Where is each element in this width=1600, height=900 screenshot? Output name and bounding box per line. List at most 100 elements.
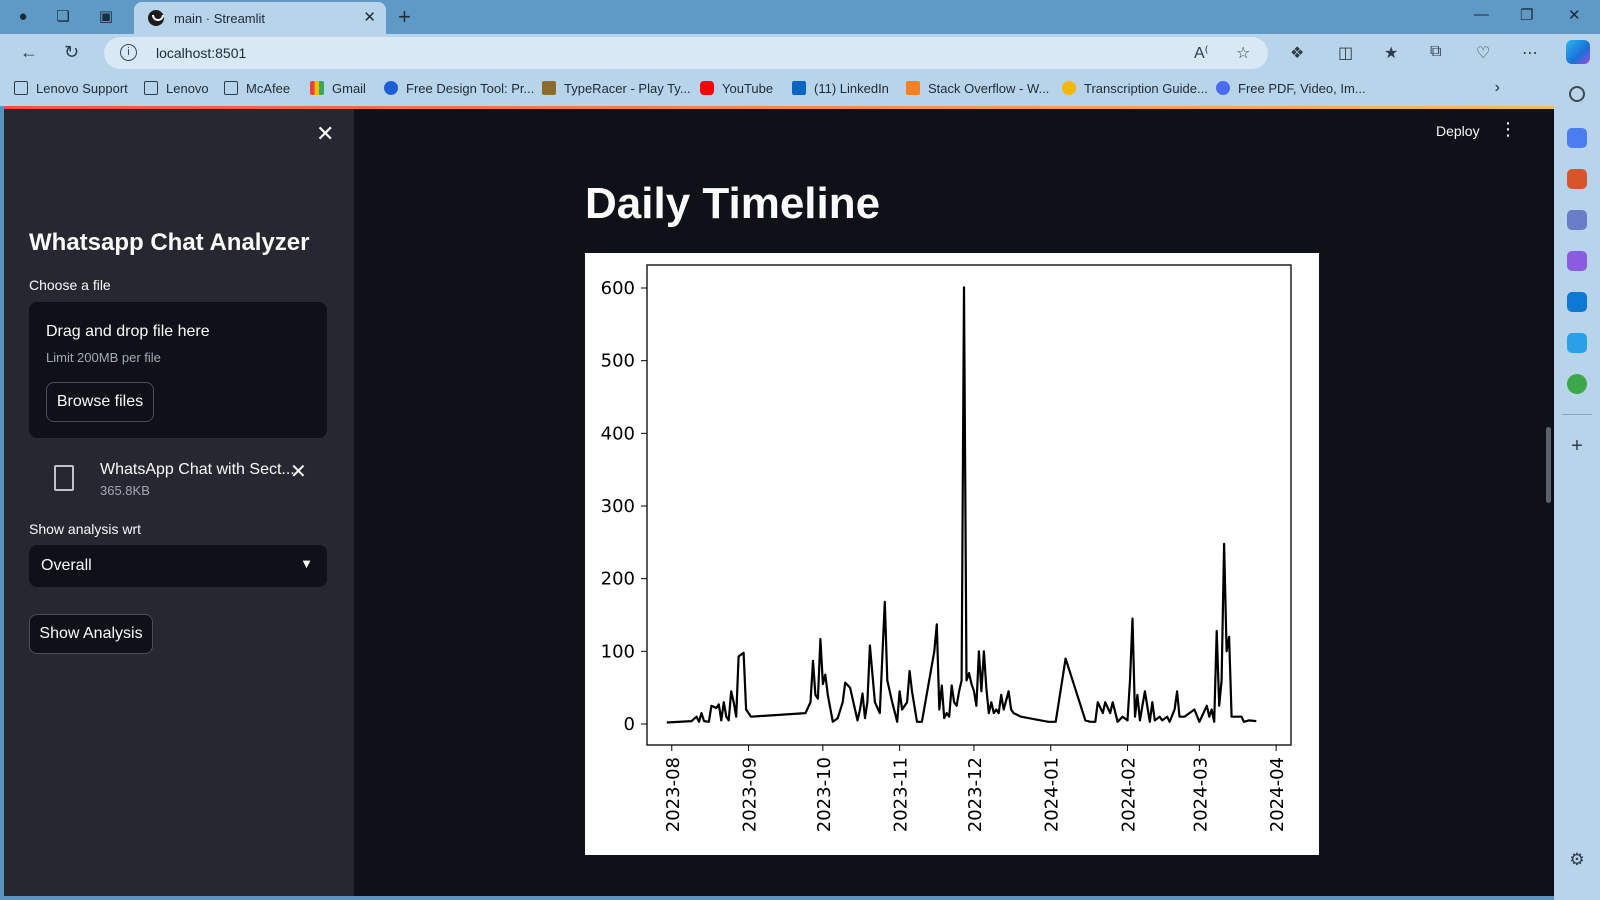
tab-title: main · Streamlit — [174, 11, 266, 26]
address-bar[interactable]: i localhost:8501 A⁽ ☆ — [104, 37, 1268, 69]
tools-icon[interactable] — [1567, 169, 1587, 189]
collections-icon[interactable]: ⧉ — [1430, 43, 1441, 61]
read-aloud-icon[interactable]: A⁽ — [1194, 43, 1209, 63]
chart-svg: 0 100 200 300 400 500 600 2023-08 2023-09 2023-10… — [601, 264, 1292, 832]
bookmark-so-icon — [906, 81, 920, 95]
uploader-label: Choose a file — [29, 277, 111, 293]
bookmark-item[interactable]: Free Design Tool: Pr... — [384, 81, 534, 96]
bookmark-label: McAfee — [246, 81, 291, 96]
window-close-icon[interactable]: ✕ — [1568, 6, 1581, 24]
daily-timeline-chart: 0 100 200 300 400 500 600 2023-08 2023-09 2023-10… — [585, 253, 1319, 855]
x-tick-label: 2024-03 — [1190, 757, 1211, 832]
bookmark-label: Transcription Guide... — [1084, 81, 1208, 96]
y-tick-label: 300 — [601, 496, 635, 517]
profile-icon[interactable]: ● — [12, 6, 34, 28]
remove-file-icon[interactable]: ✕ — [290, 459, 307, 484]
minimize-icon[interactable]: — — [1474, 6, 1489, 23]
extensions-icon[interactable]: ❖ — [1290, 43, 1304, 63]
bookmark-item[interactable]: McAfee — [224, 81, 290, 96]
shopping-icon[interactable] — [1567, 128, 1587, 148]
bookmark-label: Lenovo — [166, 81, 209, 96]
bookmark-yt-icon — [700, 81, 714, 95]
select-value: Overall — [41, 557, 92, 574]
browser-navbar: ← ↻ i localhost:8501 A⁽ ☆ ❖ ◫ ★ ⧉ ♡ ⋯ — [0, 34, 1600, 72]
x-tick-label: 2024-01 — [1042, 757, 1063, 832]
browser-tab[interactable]: main · Streamlit ✕ — [134, 2, 386, 34]
y-tick-label: 0 — [624, 714, 635, 735]
bookmark-item[interactable]: Lenovo Support — [14, 81, 128, 96]
bookmark-label: Free Design Tool: Pr... — [406, 81, 535, 96]
bookmark-item[interactable]: Stack Overflow - W... — [906, 81, 1049, 96]
split-screen-icon[interactable]: ◫ — [1338, 43, 1353, 63]
show-analysis-button[interactable]: Show Analysis — [29, 614, 153, 654]
back-icon[interactable]: ← — [20, 42, 38, 63]
games-icon[interactable] — [1567, 210, 1587, 230]
select-label: Show analysis wrt — [29, 521, 142, 537]
x-tick-label: 2024-02 — [1119, 757, 1140, 832]
dropzone-instruction: Drag and drop file here — [46, 323, 210, 340]
scrollbar-thumb[interactable] — [1546, 427, 1551, 503]
favorites-icon[interactable]: ★ — [1384, 43, 1398, 63]
y-tick-label: 600 — [601, 278, 635, 299]
restore-icon[interactable]: ❐ — [1520, 6, 1533, 24]
bookmark-label: Lenovo Support — [36, 81, 128, 96]
app-sidebar: ✕ Whatsapp Chat Analyzer Choose a file D… — [4, 109, 354, 896]
tab-actions-icon[interactable]: ▣ — [95, 6, 117, 28]
y-tick-label: 200 — [601, 569, 635, 590]
gear-icon[interactable]: ⚙ — [1567, 850, 1587, 870]
browser-essentials-icon[interactable]: ♡ — [1476, 43, 1490, 63]
sidebar-title: Whatsapp Chat Analyzer — [29, 229, 310, 256]
uploaded-file-name: WhatsApp Chat with Sect... — [100, 461, 295, 478]
y-tick-label: 500 — [601, 351, 635, 372]
bookmark-doc-icon — [14, 81, 28, 95]
streamlit-app: ✕ Whatsapp Chat Analyzer Choose a file D… — [4, 109, 1554, 896]
deploy-button[interactable]: Deploy — [1436, 123, 1480, 139]
bookmark-item[interactable]: YouTube — [700, 81, 773, 96]
x-tick-label: 2023-11 — [891, 757, 912, 832]
bookmarks-bar: Lenovo Support Lenovo McAfee Gmail Free Desi… — [0, 72, 1600, 106]
bookmarks-overflow-icon[interactable]: › — [1495, 79, 1500, 97]
bookmark-label: Stack Overflow - W... — [928, 81, 1050, 96]
settings-more-icon[interactable]: ⋯ — [1522, 43, 1538, 63]
bookmark-item[interactable]: (11) LinkedIn — [792, 81, 889, 96]
x-tick-label: 2023-12 — [965, 757, 986, 832]
bookmark-item[interactable]: Free PDF, Video, Im... — [1216, 81, 1366, 96]
bookmark-label: YouTube — [722, 81, 774, 96]
main-menu-icon[interactable]: ⋮ — [1499, 119, 1517, 140]
streamlit-favicon-icon — [148, 10, 164, 26]
workspaces-icon[interactable]: ❏ — [52, 6, 74, 28]
bookmark-item[interactable]: Transcription Guide... — [1062, 81, 1208, 96]
bookmark-typer-icon — [542, 81, 556, 95]
site-info-icon[interactable]: i — [120, 44, 137, 61]
dropzone-limit: Limit 200MB per file — [46, 350, 161, 365]
add-icon[interactable]: + — [1567, 436, 1587, 456]
refresh-icon[interactable]: ↻ — [64, 42, 79, 63]
file-dropzone[interactable]: Drag and drop file here Limit 200MB per … — [29, 302, 327, 438]
y-tick-label: 400 — [601, 423, 635, 444]
microsoft-365-icon[interactable] — [1567, 251, 1587, 271]
bookmark-pdf-icon — [1216, 81, 1230, 95]
x-tick-label: 2023-09 — [740, 757, 761, 832]
bookmark-item[interactable]: Gmail — [310, 81, 366, 96]
tab-close-icon[interactable]: ✕ — [363, 8, 376, 26]
bookmark-label: (11) LinkedIn — [814, 81, 889, 96]
sidebar-close-icon[interactable]: ✕ — [316, 121, 334, 147]
browse-files-button[interactable]: Browse files — [46, 382, 154, 422]
favorite-star-icon[interactable]: ☆ — [1236, 43, 1250, 63]
browser-titlebar: ● ❏ ▣ main · Streamlit ✕ + — ❐ ✕ — [0, 0, 1600, 34]
search-icon[interactable] — [1569, 86, 1585, 102]
bookmark-doc-icon — [144, 81, 158, 95]
bookmark-doc-icon — [224, 81, 238, 95]
bookmark-item[interactable]: TypeRacer - Play Ty... — [542, 81, 691, 96]
url-text: localhost:8501 — [156, 45, 247, 61]
bookmark-item[interactable]: Lenovo — [144, 81, 209, 96]
drop-icon[interactable] — [1567, 374, 1587, 394]
y-tick-label: 100 — [601, 641, 635, 662]
new-tab-icon[interactable]: + — [398, 4, 411, 30]
bookmark-label: Gmail — [332, 81, 366, 96]
copilot-icon[interactable] — [1566, 40, 1590, 64]
bookmark-canva-icon — [384, 81, 398, 95]
outlook-icon[interactable] — [1567, 292, 1587, 312]
send-icon[interactable] — [1567, 333, 1587, 353]
analysis-select[interactable]: Overall ▼ — [29, 545, 327, 587]
